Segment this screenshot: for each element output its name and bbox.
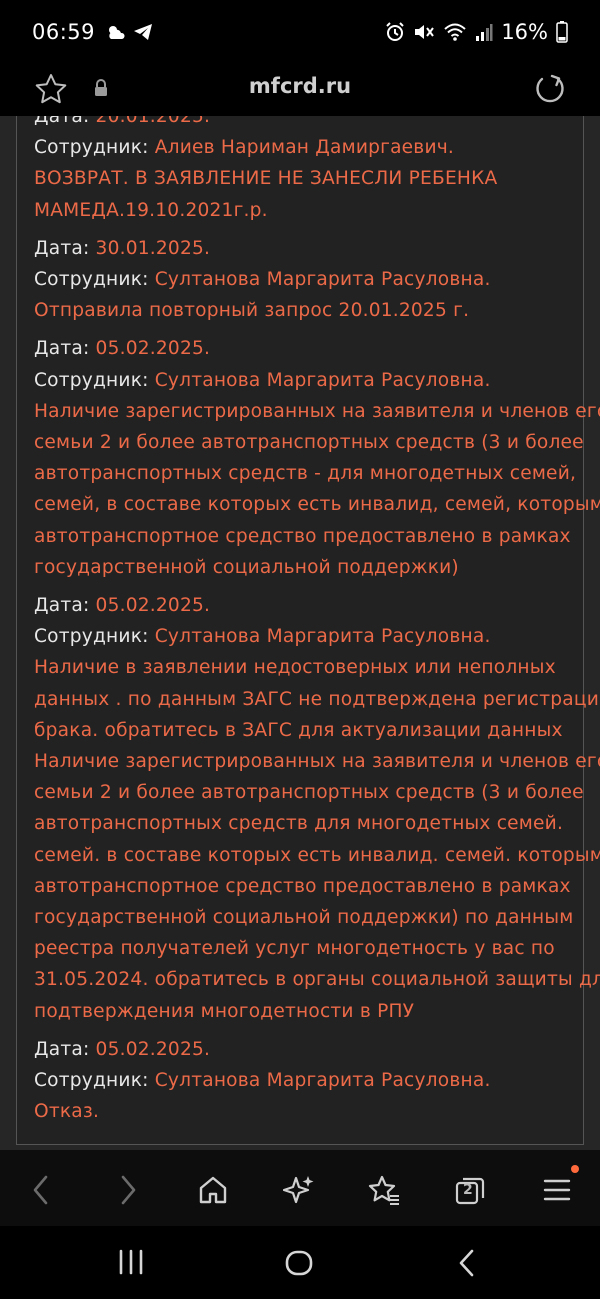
entry-employee: Алиев Нариман Дамиргаевич. xyxy=(154,137,455,159)
home-circle-icon xyxy=(285,1250,313,1276)
entry-employee: Султанова Маргарита Расуловна. xyxy=(154,1070,491,1092)
url-host[interactable]: mfcrd.ru xyxy=(0,74,600,98)
entry-message-line: МАМЕДА.19.10.2021г.р. xyxy=(34,199,268,221)
menu-notification-dot xyxy=(571,1165,579,1173)
home-button[interactable] xyxy=(193,1170,233,1210)
history-entry: Дата: 05.02.2025. Сотрудник: Султанова Ма… xyxy=(34,333,600,583)
bookmarks-icon xyxy=(368,1175,399,1205)
entry-employee: Султанова Маргарита Расуловна. xyxy=(154,269,491,291)
reload-icon xyxy=(536,74,564,103)
date-label: Дата: xyxy=(34,237,90,259)
battery-percent: 16% xyxy=(501,20,548,44)
entry-message-line: автотранспортных средств - для многодетн… xyxy=(34,463,577,485)
entry-message-line: подтверждения многодетности в РПУ xyxy=(34,1000,415,1022)
wifi-icon xyxy=(444,23,466,41)
bookmarks-button[interactable] xyxy=(364,1170,404,1210)
employee-label: Сотрудник: xyxy=(34,137,149,159)
system-navigation-bar xyxy=(0,1226,600,1299)
reload-button[interactable] xyxy=(532,72,568,112)
entry-message-line: брака. обратитесь в ЗАГС для актуализаци… xyxy=(34,719,563,741)
status-time: 06:59 xyxy=(32,20,96,44)
date-label: Дата: xyxy=(34,116,90,127)
entry-message-line: ВОЗВРАТ. В ЗАЯВЛЕНИЕ НЕ ЗАНЕСЛИ РЕБЕНКА xyxy=(34,168,498,190)
telegram-icon xyxy=(134,24,153,40)
tabs-button[interactable]: 2 xyxy=(450,1170,490,1210)
entry-employee-line: Сотрудник: Султанова Маргарита Расуловна… xyxy=(34,1065,589,1096)
entry-employee: Султанова Маргарита Расуловна. xyxy=(154,369,491,391)
entry-employee-line: Сотрудник: Султанова Маргарита Расуловна… xyxy=(34,264,589,295)
weather-icon xyxy=(109,26,125,39)
browser-url-bar: mfcrd.ru xyxy=(0,64,600,116)
status-bar: 06:59 16% xyxy=(0,0,600,64)
entry-message-line: семьи 2 и более автотранспортных средств… xyxy=(34,432,584,454)
employee-label: Сотрудник: xyxy=(34,269,149,291)
entry-message-line: семьи 2 и более автотранспортных средств… xyxy=(34,782,584,804)
back-icon xyxy=(33,1175,48,1205)
tab-count: 2 xyxy=(463,1182,473,1198)
entry-message-line: Отправила повторный запрос 20.01.2025 г. xyxy=(34,300,470,322)
employee-label: Сотрудник: xyxy=(34,1070,149,1092)
history-entry: Дата: 30.01.2025. Сотрудник: Султанова Ма… xyxy=(34,233,589,327)
entry-employee-line: Сотрудник: Султанова Маргарита Расуловна… xyxy=(34,621,589,652)
back-button[interactable] xyxy=(21,1170,61,1210)
recents-button[interactable] xyxy=(116,1248,146,1280)
forward-icon xyxy=(121,1175,136,1205)
entry-message-line: автотранспортных средств для многодетных… xyxy=(34,813,564,835)
system-home-button[interactable] xyxy=(284,1248,314,1282)
entry-message-line: Наличие в заявлении недостоверных или не… xyxy=(34,657,556,679)
home-icon xyxy=(199,1176,227,1204)
entry-message-line: автотранспортное средство предоставлено … xyxy=(34,525,571,547)
entry-date-line: Дата: 30.01.2025. xyxy=(34,233,589,264)
entry-date: 05.02.2025. xyxy=(95,595,211,617)
entry-message-line: реестра получателей услуг многодетность … xyxy=(34,938,555,960)
entry-message-line: Наличие зарегистрированных на заявителя … xyxy=(34,751,600,773)
entry-date: 05.02.2025. xyxy=(95,338,211,360)
entry-date-line: Дата: 05.02.2025. xyxy=(34,590,589,621)
entry-date-line: Дата: 05.02.2025. xyxy=(34,1034,589,1065)
entry-employee-line: Сотрудник: Алиев Нариман Дамиргаевич. xyxy=(34,132,589,163)
alarm-icon xyxy=(386,22,405,41)
employee-label: Сотрудник: xyxy=(34,626,149,648)
ai-button[interactable] xyxy=(279,1170,319,1210)
entry-employee: Султанова Маргарита Расуловна. xyxy=(154,626,491,648)
menu-button[interactable] xyxy=(537,1170,577,1210)
entry-employee-line: Сотрудник: Султанова Маргарита Расуловна… xyxy=(34,365,589,396)
menu-icon xyxy=(543,1179,571,1201)
history-entry: Дата: 05.02.2025. Сотрудник: Султанова Ма… xyxy=(34,1034,589,1128)
status-history-list: Дата: 20.01.2025. Сотрудник: Алиев Нарима… xyxy=(34,116,600,1135)
recents-icon xyxy=(119,1249,143,1275)
web-page[interactable]: Дата: 20.01.2025. Сотрудник: Алиев Нарима… xyxy=(0,116,600,1150)
entry-date-line: Дата: 20.01.2025. xyxy=(34,116,589,132)
entry-message-line: государственной социальной поддержки) xyxy=(34,556,459,578)
entry-date: 20.01.2025. xyxy=(95,116,211,127)
entry-date-line: Дата: 05.02.2025. xyxy=(34,333,589,364)
date-label: Дата: xyxy=(34,338,90,360)
entry-message-line: Отказ. xyxy=(34,1101,100,1123)
entry-message-line: семей. в составе которых есть инвалид. с… xyxy=(34,844,600,866)
battery-icon xyxy=(556,21,568,43)
mute-icon xyxy=(415,25,435,39)
system-back-button[interactable] xyxy=(456,1248,478,1282)
entry-message-line: Наличие зарегистрированных на заявителя … xyxy=(34,400,600,422)
browser-bottom-toolbar: 2 xyxy=(0,1150,600,1226)
date-label: Дата: xyxy=(34,595,90,617)
entry-message-line: семей, в составе которых есть инвалид, с… xyxy=(34,494,600,516)
history-entry: Дата: 20.01.2025. Сотрудник: Алиев Нарима… xyxy=(34,116,589,226)
status-history-box: Дата: 20.01.2025. Сотрудник: Алиев Нарима… xyxy=(16,116,600,1145)
status-right-icons: 16% xyxy=(385,20,568,44)
status-left-icons xyxy=(105,23,153,41)
entry-message-line: данных . по данным ЗАГС не подтверждена … xyxy=(34,688,600,710)
ai-sparkle-icon xyxy=(283,1176,314,1204)
forward-button[interactable] xyxy=(108,1170,148,1210)
entry-message-line: 31.05.2024. обратитесь в органы социальн… xyxy=(34,969,600,991)
date-label: Дата: xyxy=(34,1038,90,1060)
signal-icon xyxy=(476,24,493,41)
employee-label: Сотрудник: xyxy=(34,369,149,391)
entry-message-line: государственной социальной поддержки) по… xyxy=(34,907,574,929)
entry-date: 05.02.2025. xyxy=(95,1038,211,1060)
entry-date: 30.01.2025. xyxy=(95,237,211,259)
nav-back-icon xyxy=(459,1249,474,1277)
entry-message-line: автотранспортное средство предоставлено … xyxy=(34,875,571,897)
history-entry: Дата: 05.02.2025. Сотрудник: Султанова Ма… xyxy=(34,590,600,1027)
